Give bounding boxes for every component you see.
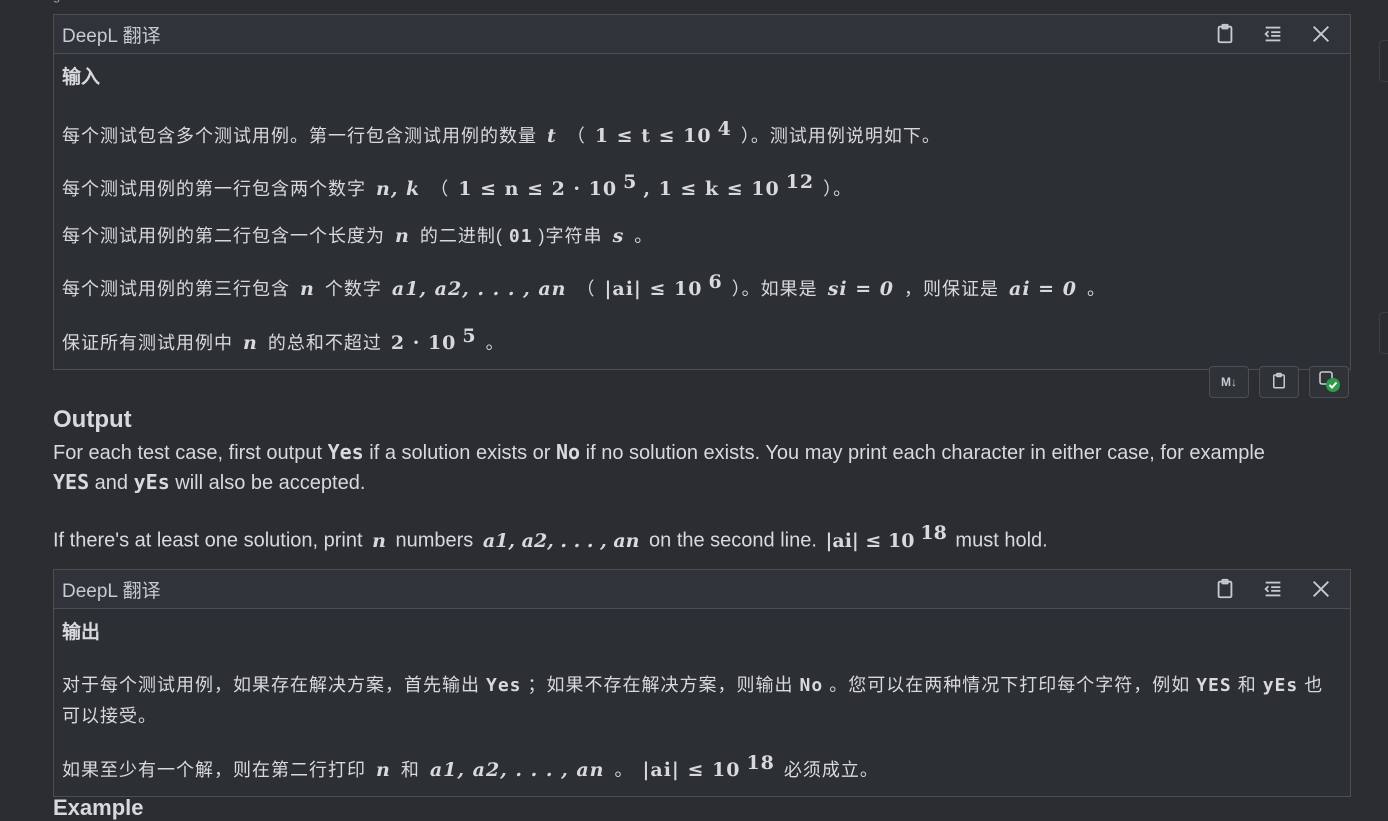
fragment-center: 10 xyxy=(735,0,749,3)
panel-body: 输出 对于每个测试用例，如果存在解决方案，首先输出 Yes ；如果不存在解决方案，则… xyxy=(54,609,1350,796)
scrollbar-segment xyxy=(1379,40,1388,82)
panel-title: DeepL 翻译 xyxy=(62,25,161,47)
input-heading: 输入 xyxy=(62,67,101,88)
clipboard-icon[interactable] xyxy=(1210,19,1240,49)
input-paragraph-4: 每个测试用例的第三行包含 n 个数字 a1, a2, . . . , an （ … xyxy=(62,271,1106,300)
panel-title: DeepL 翻译 xyxy=(62,580,161,602)
input-paragraph-3: 每个测试用例的第二行包含一个长度为 n 的二进制(01)字符串 s 。 xyxy=(62,224,654,247)
panel-header: DeepL 翻译 xyxy=(54,15,1350,54)
scrollbar-segment xyxy=(1379,312,1388,354)
fragment-left: g xyxy=(53,0,60,3)
indent-icon[interactable] xyxy=(1258,574,1288,604)
deepl-input-panel: DeepL 翻译 输入 每个测试包含多个测试用例。第一行包含测试用例的数量 t … xyxy=(53,14,1351,370)
output-paragraph-2: 如果至少有一个解，则在第二行打印 n 和 a1, a2, . . . , an … xyxy=(62,751,879,781)
panel-body: 输入 每个测试包含多个测试用例。第一行包含测试用例的数量 t （ 1 ≤ t ≤… xyxy=(54,54,1350,369)
input-paragraph-5: 保证所有测试用例中 n 的总和不超过 2 · 10 5 。 xyxy=(62,324,505,354)
panel-header: DeepL 翻译 xyxy=(54,570,1350,609)
clipboard-icon[interactable] xyxy=(1210,574,1240,604)
input-paragraph-1: 每个测试包含多个测试用例。第一行包含测试用例的数量 t （ 1 ≤ t ≤ 10… xyxy=(62,117,941,147)
clipboard-icon xyxy=(1270,372,1288,393)
translate-check-icon xyxy=(1317,369,1341,396)
section-title-output: Output xyxy=(53,406,132,433)
copy-button[interactable] xyxy=(1259,366,1299,398)
close-icon[interactable] xyxy=(1306,19,1336,49)
indent-icon[interactable] xyxy=(1258,19,1288,49)
section-toolbar: M↓ xyxy=(1209,366,1349,398)
translate-button[interactable] xyxy=(1309,366,1349,398)
previous-content-fragment: g 10 xyxy=(0,0,1388,4)
markdown-button[interactable]: M↓ xyxy=(1209,366,1249,398)
input-paragraph-2: 每个测试用例的第一行包含两个数字 n, k （ 1 ≤ n ≤ 2 · 10 5,… xyxy=(62,171,853,200)
output-description: For each test case, first output Yes if … xyxy=(53,440,1265,494)
output-second-line-description: If there's at least one solution, print … xyxy=(53,522,1048,552)
close-icon[interactable] xyxy=(1306,574,1336,604)
output-paragraph-1: 对于每个测试用例，如果存在解决方案，首先输出 Yes ；如果不存在解决方案，则输出 N… xyxy=(62,674,1324,726)
section-title-example: Example xyxy=(53,795,144,820)
scrollbar[interactable] xyxy=(1378,0,1388,812)
deepl-output-panel: DeepL 翻译 输出 对于每个测试用例，如果存在解决方案，首先输出 Yes ；如果… xyxy=(53,569,1351,797)
output-heading: 输出 xyxy=(62,622,101,643)
